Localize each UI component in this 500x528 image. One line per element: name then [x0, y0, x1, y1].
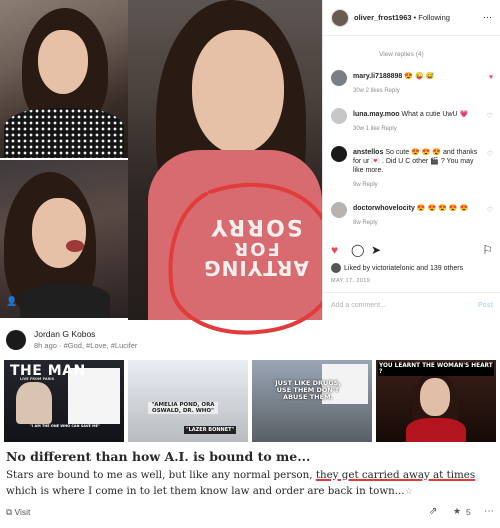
performer-figure	[16, 382, 52, 424]
avatar[interactable]	[331, 108, 347, 124]
comment-text: doctorwhovelocity 😍 😍 😍 😍 😍	[353, 204, 483, 213]
share-icon[interactable]: ➤	[371, 243, 381, 257]
post-body: Stars are bound to me as well, but like …	[6, 467, 496, 500]
comment-item: doctorwhovelocity 😍 😍 😍 😍 😍 8w Reply ♡	[331, 202, 493, 230]
visit-label: Visit	[14, 507, 31, 517]
post-headline[interactable]: No different than how A.I. is bound to m…	[6, 449, 310, 464]
visit-link[interactable]: ⧉ Visit	[6, 507, 30, 518]
comment-body: 😍 😍 😍 😍 😍	[416, 205, 469, 212]
heart-icon[interactable]: ♥	[331, 243, 338, 257]
comment-body: 😍 😜 😅	[404, 73, 435, 80]
likes-line: Liked by victoriatelonic and 139 others	[331, 263, 463, 273]
user-icon: 👤	[6, 296, 18, 306]
share-icon[interactable]: ⇗	[429, 506, 437, 517]
instagram-panel: oliver_frost1963 • Following ⋯ View repl…	[322, 0, 500, 320]
likes-text[interactable]: Liked by victoriatelonic and 139 others	[344, 265, 463, 272]
star-emoji: ☆	[404, 487, 413, 497]
post-button[interactable]: Post	[478, 302, 493, 309]
meme-caption: "I AM THE ONE WHO CAN SAVE ME"	[30, 424, 100, 428]
meme-tile[interactable]: JUST LIKE DRUGS, USE THEM DON'T ABUSE TH…	[252, 360, 372, 442]
comment-text: anstellos So cute 😍 😍 😍 and thanks for ur…	[353, 148, 483, 175]
author-name[interactable]: Jordan G Kobos	[34, 329, 95, 339]
post-meta[interactable]: 8h ago · #God, #Love, #Lucifer	[34, 341, 137, 350]
red-annotation-circle	[168, 182, 339, 335]
view-replies-link[interactable]: View replies (4)	[379, 51, 424, 58]
comment-meta[interactable]: 30w 2 likes Reply	[353, 88, 400, 94]
comment-item: luna.may.moo What a cutie UwU 💗 30w 1 lik…	[331, 108, 493, 136]
comment-item: anstellos So cute 😍 😍 😍 and thanks for ur…	[331, 146, 493, 194]
meme-caption: JUST LIKE DRUGS, USE THEM DON'T ABUSE TH…	[275, 379, 341, 401]
more-icon[interactable]: ⋯	[483, 12, 492, 23]
upvote-count: 5	[466, 507, 471, 517]
red-dress	[406, 418, 466, 442]
heart-icon[interactable]: ♡	[487, 150, 493, 158]
body-text-underlined: they get carried away at times	[315, 469, 476, 481]
face-shape	[38, 30, 88, 94]
body-text-1: Stars are bound to me as well, but like …	[6, 469, 316, 481]
body-text-2: which is where I come in to let them kno…	[6, 485, 405, 497]
avatar[interactable]	[6, 330, 26, 350]
post-author: Jordan G Kobos 8h ago · #God, #Love, #Lu…	[6, 328, 306, 354]
meme-tile[interactable]: THE MAN LIVE FROM PARIS "I AM THE ONE WH…	[4, 360, 124, 442]
add-comment-input[interactable]: Add a comment...	[331, 302, 386, 309]
heart-icon[interactable]: ♡	[487, 206, 493, 214]
ig-action-bar: ♥ ◯ ➤ ⚐	[331, 243, 493, 259]
meme-caption: "LAZER BONNET"	[184, 426, 237, 434]
meme-caption: "AMELIA POND, ORA OSWALD, DR. WHO"	[148, 402, 218, 414]
ig-header: oliver_frost1963 • Following ⋯	[323, 0, 500, 36]
ig-username[interactable]: oliver_frost1963	[354, 13, 412, 22]
more-icon[interactable]: ⋯	[484, 506, 494, 517]
heart-icon[interactable]: ♡	[487, 112, 493, 120]
comment-user[interactable]: anstellos	[353, 149, 383, 156]
meme-tile[interactable]: "AMELIA POND, ORA OSWALD, DR. WHO" "LAZE…	[128, 360, 248, 442]
upvote-icon[interactable]: ★	[453, 506, 461, 517]
photo-woman-laughing: 👤	[0, 160, 128, 318]
avatar[interactable]	[331, 202, 347, 218]
post-footer: ⧉ Visit ⇗ ★ 5 ⋯	[6, 504, 494, 522]
photo-woman-polka-dot	[0, 0, 128, 158]
comment-icon[interactable]: ◯	[351, 243, 364, 257]
add-comment-bar: Add a comment... Post	[323, 292, 500, 320]
comment-meta[interactable]: 8w Reply	[353, 220, 378, 226]
heart-icon[interactable]: ♥	[489, 74, 493, 81]
comment-text: luna.may.moo What a cutie UwU 💗	[353, 110, 483, 119]
comment-text: mary.li7188898 😍 😜 😅	[353, 72, 483, 81]
comment-meta[interactable]: 30w 1 like Reply	[353, 126, 397, 132]
avatar[interactable]	[331, 263, 341, 273]
avatar[interactable]	[331, 8, 349, 27]
comment-body: What a cutie UwU 💗	[401, 111, 469, 118]
dark-top	[20, 284, 110, 318]
open-mouth	[66, 240, 84, 252]
meme-tile[interactable]: YOU LEARNT THE WOMAN'S HEART ?	[376, 360, 496, 442]
polka-dot-top	[4, 108, 124, 158]
face-shape	[420, 378, 450, 416]
meme-subtitle: LIVE FROM PARIS	[20, 377, 55, 381]
bookmark-icon[interactable]: ⚐	[482, 243, 493, 257]
comment-user[interactable]: luna.may.moo	[353, 111, 400, 118]
comment-item: mary.li7188898 😍 😜 😅 30w 2 likes Reply ♥	[331, 70, 493, 98]
post-date: MAY 17, 2019	[331, 278, 371, 284]
comment-user[interactable]: mary.li7188898	[353, 73, 402, 80]
avatar[interactable]	[331, 70, 347, 86]
comment-meta[interactable]: 9w Reply	[353, 182, 378, 188]
face-shape	[192, 30, 284, 154]
avatar[interactable]	[331, 146, 347, 162]
following-status[interactable]: • Following	[414, 13, 450, 22]
meme-caption: YOU LEARNT THE WOMAN'S HEART ?	[378, 362, 494, 376]
comment-user[interactable]: doctorwhovelocity	[353, 205, 415, 212]
meme-strip: THE MAN LIVE FROM PARIS "I AM THE ONE WH…	[4, 360, 496, 442]
face-shape	[32, 198, 86, 268]
